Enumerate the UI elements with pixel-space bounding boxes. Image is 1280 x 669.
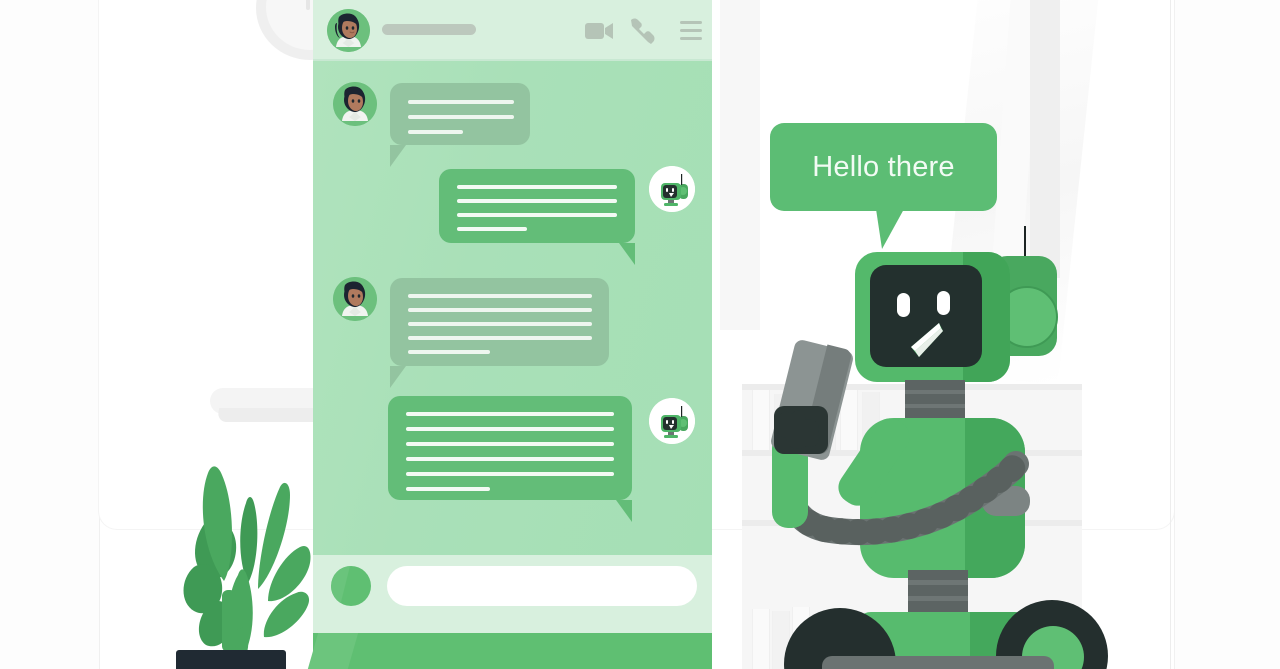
wall-strip-center [720,0,760,330]
video-call-icon[interactable] [585,22,613,40]
robot-mouth-icon [905,321,949,361]
message-bubble-user[interactable] [390,83,530,145]
wall-clock-hand [306,0,310,10]
message-bubble-bot[interactable] [439,169,635,243]
avatar[interactable] [649,398,695,444]
composer-button-sheen [331,566,350,606]
wall-left [0,0,100,669]
speech-bubble: Hello there [770,123,997,211]
robot-base-chassis [822,656,1054,669]
robot-avatar [649,166,695,212]
contact-name-placeholder [382,24,476,35]
plant-pot [176,650,286,669]
wall-divider [1170,0,1171,669]
avatar[interactable] [649,166,695,212]
illustration-scene: Hello there [0,0,1280,669]
message-input[interactable] [387,566,697,606]
avatar[interactable] [333,277,377,321]
robot-eye-right [937,291,950,315]
plant-stem [222,590,236,652]
woman-avatar [333,82,377,126]
robot-eye-left [897,293,910,317]
message-bubble-bot[interactable] [388,396,632,500]
message-bubble-user[interactable] [390,278,609,366]
avatar[interactable] [327,9,370,52]
hamburger-menu-icon[interactable] [680,21,702,40]
robot-waist [908,570,968,618]
avatar[interactable] [333,82,377,126]
chat-robot [760,218,1120,669]
woman-avatar [333,277,377,321]
woman-avatar [327,9,370,52]
phone-call-icon[interactable] [628,18,656,44]
composer-action-button[interactable] [331,566,371,606]
speech-bubble-text: Hello there [812,150,955,183]
wall-right [1174,0,1280,669]
robot-hand-icon [774,406,828,454]
robot-avatar [649,398,695,444]
chat-bottom-band [313,633,712,669]
